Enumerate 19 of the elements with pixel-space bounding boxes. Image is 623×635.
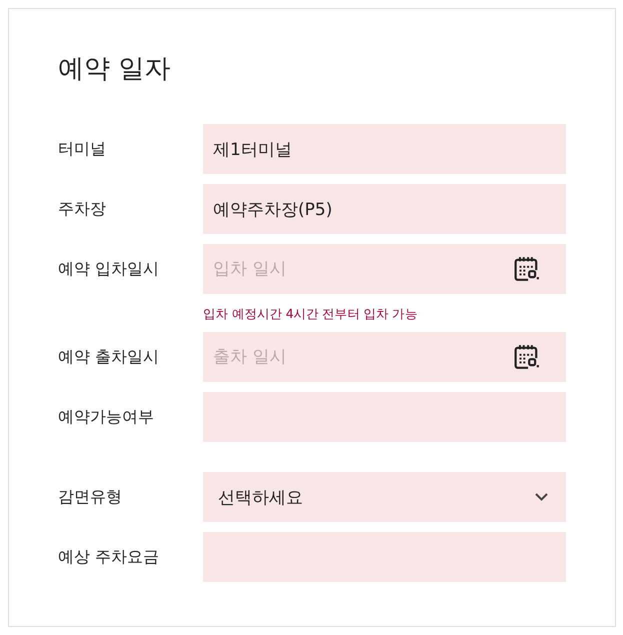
text-field[interactable] xyxy=(203,532,566,582)
field-label: 감면유형 xyxy=(58,486,122,508)
text-field[interactable]: 예약주차장(P5) xyxy=(203,184,566,234)
calendar-icon[interactable] xyxy=(514,256,540,282)
field-label: 예약 입차일시 xyxy=(58,258,160,280)
field-label: 주차장 xyxy=(58,198,106,220)
chevron-icon xyxy=(535,493,548,501)
text-field[interactable] xyxy=(203,392,566,442)
field-label: 터미널 xyxy=(58,138,106,160)
date-field[interactable]: 입차 일시 xyxy=(203,244,566,294)
calendar-icon[interactable] xyxy=(514,344,540,370)
text-field[interactable]: 제1터미널 xyxy=(203,124,566,174)
date-field[interactable]: 출차 일시 xyxy=(203,332,566,382)
field-label: 예약가능여부 xyxy=(58,406,154,428)
select-dropdown[interactable]: 선택하세요 xyxy=(203,472,566,522)
hint-text: 입차 예정시간 4시간 전부터 입차 가능 xyxy=(203,305,418,323)
section-title: 예약 일자 xyxy=(58,53,170,86)
field-label: 예상 주차요금 xyxy=(58,546,160,568)
field-label: 예약 출차일시 xyxy=(58,346,160,368)
